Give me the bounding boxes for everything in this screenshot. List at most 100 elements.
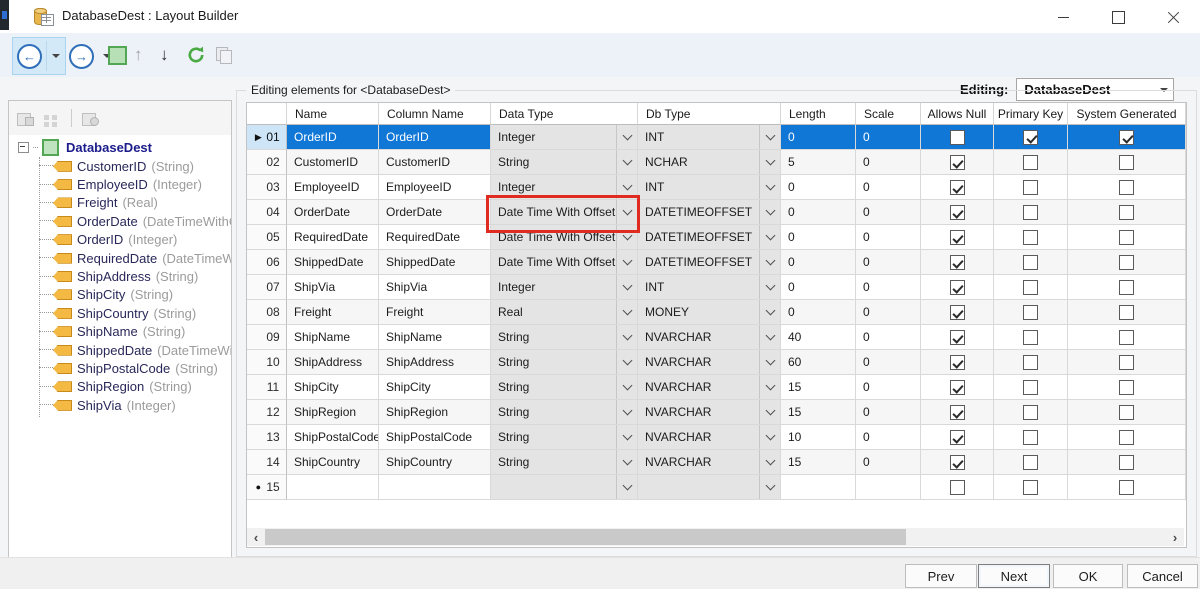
primary-key-checkbox[interactable] [1023,430,1038,445]
column-name-cell[interactable] [379,475,491,500]
allows-null-checkbox[interactable] [950,230,965,245]
column-name-cell[interactable]: ShipVia [379,275,491,300]
data-type-dropdown[interactable] [491,475,638,500]
dropdown-button[interactable] [759,300,780,324]
dropdown-button[interactable] [759,200,780,224]
primary-key-checkbox[interactable] [1023,405,1038,420]
tree-item[interactable]: ShipCountry(String) [9,304,231,322]
dropdown-button[interactable] [616,350,637,374]
primary-key-checkbox[interactable] [1023,380,1038,395]
system-generated-checkbox[interactable] [1119,405,1134,420]
row-selector[interactable]: ▶01 [247,125,287,150]
dropdown-button[interactable] [616,250,637,274]
dropdown-button[interactable] [759,375,780,399]
scale-cell[interactable]: 0 [856,450,921,475]
name-cell[interactable]: EmployeeID [287,175,379,200]
length-cell[interactable]: 0 [781,125,856,150]
scale-cell[interactable]: 0 [856,400,921,425]
name-cell[interactable]: ShipAddress [287,350,379,375]
dropdown-button[interactable] [759,250,780,274]
length-cell[interactable]: 15 [781,400,856,425]
length-cell[interactable]: 10 [781,425,856,450]
name-cell[interactable]: RequiredDate [287,225,379,250]
scale-cell[interactable]: 0 [856,325,921,350]
row-selector[interactable]: 14 [247,450,287,475]
db-type-dropdown[interactable]: NVARCHAR [638,375,781,400]
ok-button[interactable]: OK [1053,564,1123,588]
length-cell[interactable]: 0 [781,275,856,300]
dropdown-button[interactable] [616,400,637,424]
column-name-cell[interactable]: ShipPostalCode [379,425,491,450]
primary-key-checkbox[interactable] [1023,455,1038,470]
tree-root-item[interactable]: DatabaseDest [9,138,231,157]
cancel-button[interactable]: Cancel [1127,564,1198,588]
dropdown-button[interactable] [616,475,637,499]
tree-item[interactable]: Freight(Real) [9,194,231,212]
name-cell[interactable]: ShippedDate [287,250,379,275]
db-type-dropdown[interactable]: INT [638,125,781,150]
db-type-dropdown[interactable]: DATETIMEOFFSET [638,250,781,275]
scrollbar-thumb[interactable] [265,529,906,545]
move-up-button[interactable]: ↑ [126,37,151,73]
system-generated-checkbox[interactable] [1119,155,1134,170]
allows-null-checkbox[interactable] [950,255,965,270]
column-name-cell[interactable]: ShipAddress [379,350,491,375]
name-cell[interactable]: OrderID [287,125,379,150]
move-down-button[interactable]: ↓ [152,37,177,73]
primary-key-checkbox[interactable] [1023,205,1038,220]
column-name-cell[interactable]: OrderID [379,125,491,150]
allows-null-checkbox[interactable] [950,130,965,145]
scale-cell[interactable]: 0 [856,175,921,200]
length-cell[interactable]: 0 [781,300,856,325]
db-type-dropdown[interactable]: NVARCHAR [638,450,781,475]
maximize-button[interactable] [1101,4,1135,30]
column-name-cell[interactable]: ShipRegion [379,400,491,425]
primary-key-checkbox[interactable] [1023,155,1038,170]
db-type-dropdown[interactable]: MONEY [638,300,781,325]
column-name-cell[interactable]: CustomerID [379,150,491,175]
data-type-dropdown[interactable]: String [491,350,638,375]
primary-key-checkbox[interactable] [1023,280,1038,295]
primary-key-checkbox[interactable] [1023,180,1038,195]
back-dropdown-icon[interactable] [52,54,60,58]
data-type-dropdown[interactable]: Real [491,300,638,325]
dropdown-button[interactable] [616,425,637,449]
name-cell[interactable] [287,475,379,500]
system-generated-checkbox[interactable] [1119,455,1134,470]
allows-null-checkbox[interactable] [950,455,965,470]
db-type-dropdown[interactable]: NVARCHAR [638,350,781,375]
row-selector[interactable]: ●15 [247,475,287,500]
dropdown-button[interactable] [759,400,780,424]
row-selector[interactable]: 02 [247,150,287,175]
system-generated-checkbox[interactable] [1119,255,1134,270]
column-name-cell[interactable]: ShipName [379,325,491,350]
column-name-cell[interactable]: ShipCountry [379,450,491,475]
db-type-dropdown[interactable]: DATETIMEOFFSET [638,225,781,250]
column-name-cell[interactable]: OrderDate [379,200,491,225]
dropdown-button[interactable] [759,125,780,149]
dropdown-button[interactable] [759,325,780,349]
scale-cell[interactable]: 0 [856,425,921,450]
column-name-cell[interactable]: ShippedDate [379,250,491,275]
db-type-dropdown[interactable]: INT [638,175,781,200]
scale-cell[interactable]: 0 [856,375,921,400]
db-type-dropdown[interactable] [638,475,781,500]
dropdown-button[interactable] [616,275,637,299]
data-type-dropdown[interactable]: String [491,425,638,450]
scale-cell[interactable]: 0 [856,300,921,325]
db-type-dropdown[interactable]: NVARCHAR [638,425,781,450]
tree-item[interactable]: ShipPostalCode(String) [9,359,231,377]
primary-key-checkbox[interactable] [1023,230,1038,245]
system-generated-checkbox[interactable] [1119,380,1134,395]
system-generated-checkbox[interactable] [1119,330,1134,345]
dropdown-button[interactable] [759,475,780,499]
primary-key-checkbox[interactable] [1023,330,1038,345]
row-selector[interactable]: 06 [247,250,287,275]
scale-cell[interactable]: 0 [856,250,921,275]
scroll-left-icon[interactable]: ‹ [247,528,265,546]
scroll-right-icon[interactable]: › [1166,528,1184,546]
length-cell[interactable]: 0 [781,250,856,275]
primary-key-checkbox[interactable] [1023,130,1038,145]
name-cell[interactable]: ShipRegion [287,400,379,425]
column-name-cell[interactable]: RequiredDate [379,225,491,250]
